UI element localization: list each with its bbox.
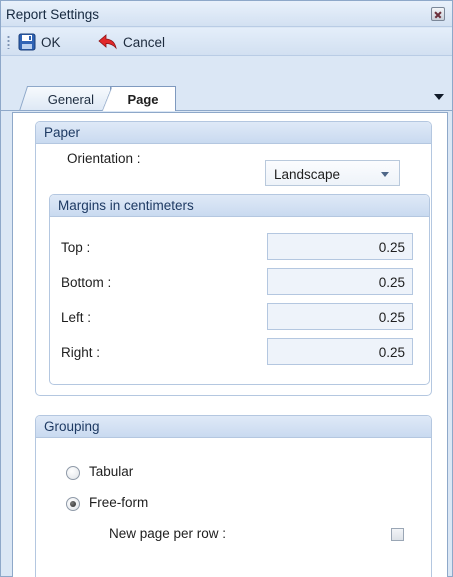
margin-bottom-field[interactable]: 0.25: [267, 268, 413, 295]
cancel-label: Cancel: [123, 34, 166, 50]
margin-right-field[interactable]: 0.25: [267, 338, 413, 365]
title-bar: Report Settings: [1, 1, 452, 27]
margin-top-label: Top :: [61, 240, 91, 255]
chevron-down-icon[interactable]: [434, 94, 444, 100]
margin-top-field[interactable]: 0.25: [267, 233, 413, 260]
close-icon[interactable]: [431, 7, 445, 21]
grouping-header: Grouping: [36, 416, 431, 438]
ok-button[interactable]: OK: [15, 31, 64, 53]
tabular-label: Tabular: [89, 464, 134, 479]
margin-right-label: Right :: [61, 345, 101, 360]
tab-general-label: General: [47, 91, 95, 107]
cancel-button[interactable]: Cancel: [95, 31, 168, 53]
window-title: Report Settings: [6, 7, 100, 22]
new-page-per-row-checkbox[interactable]: [391, 528, 404, 541]
toolbar: OK Cancel: [1, 28, 452, 56]
report-settings-window: Report Settings OK Cancel General Page P…: [0, 0, 453, 577]
tabular-radio[interactable]: [66, 466, 80, 480]
margins-group: Margins in centimeters Top : 0.25 Bottom…: [49, 194, 430, 385]
tab-page[interactable]: Page: [102, 86, 176, 111]
margin-right-value: 0.25: [378, 345, 405, 360]
free-form-radio[interactable]: [66, 497, 80, 511]
ok-label: OK: [41, 34, 61, 50]
orientation-label: Orientation :: [67, 151, 141, 166]
save-icon: [18, 33, 36, 51]
orientation-select[interactable]: Landscape: [265, 160, 400, 186]
margins-header: Margins in centimeters: [50, 195, 429, 217]
margin-left-field[interactable]: 0.25: [267, 303, 413, 330]
page-settings-panel: Paper Orientation : Landscape Margins in…: [12, 112, 448, 577]
paper-group: Paper Orientation : Landscape Margins in…: [35, 121, 432, 396]
margin-bottom-label: Bottom :: [61, 275, 112, 290]
free-form-label: Free-form: [89, 495, 149, 510]
back-arrow-icon: [98, 34, 117, 50]
orientation-value: Landscape: [274, 167, 341, 182]
margin-left-value: 0.25: [378, 310, 405, 325]
chevron-down-icon: [381, 172, 389, 177]
margin-left-label: Left :: [61, 310, 92, 325]
tab-page-label: Page: [127, 91, 159, 107]
paper-header: Paper: [36, 122, 431, 144]
new-page-per-row-label: New page per row :: [109, 526, 227, 541]
toolbar-grip[interactable]: [7, 35, 10, 49]
margin-top-value: 0.25: [378, 240, 405, 255]
margin-bottom-value: 0.25: [378, 275, 405, 290]
tab-bar: General Page: [1, 57, 452, 111]
tab-divider: [1, 110, 452, 111]
grouping-group: Grouping Tabular Free-form New page per …: [35, 415, 432, 577]
